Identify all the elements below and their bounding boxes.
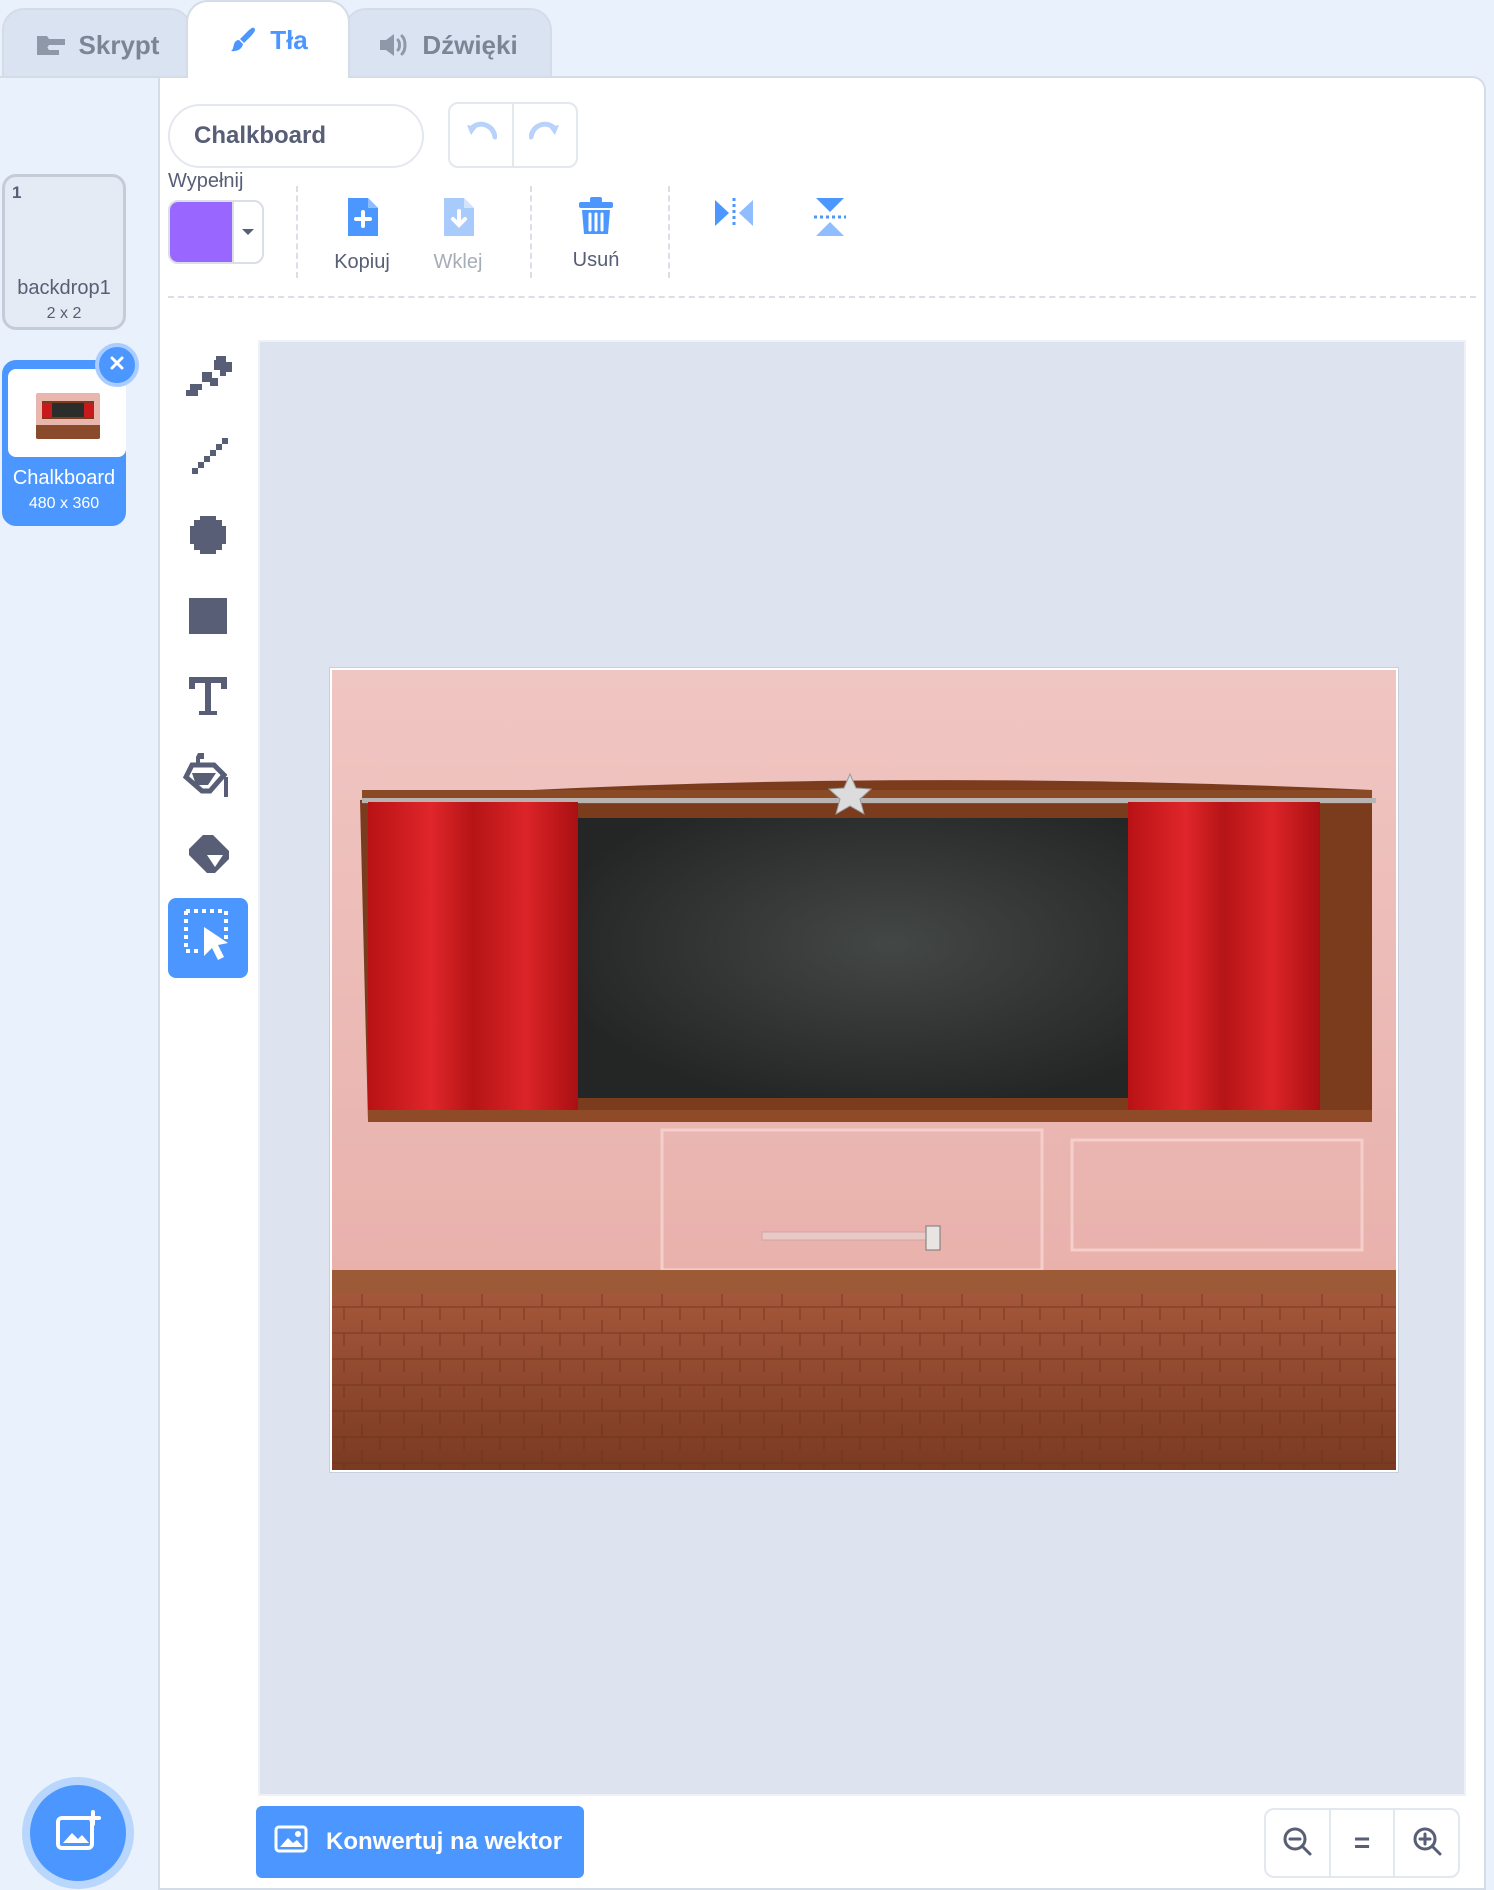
paint-canvas[interactable]	[258, 340, 1466, 1796]
backdrop-list: 1 backdrop1 2 x 2 2 Chalkboard 480 x 360	[0, 78, 160, 1890]
redo-button[interactable]	[514, 104, 576, 166]
zoom-out-button[interactable]	[1266, 1810, 1329, 1876]
line-tool[interactable]	[168, 418, 248, 498]
backdrop-name: backdrop1	[17, 277, 111, 299]
toolbar-divider	[296, 186, 298, 278]
toolbar-divider	[668, 186, 670, 278]
fill-tool[interactable]	[168, 738, 248, 818]
zoom-reset-label: =	[1353, 1827, 1371, 1858]
flip-horizontal-button[interactable]	[686, 196, 782, 235]
delete-selection-button[interactable]: Usuń	[548, 196, 644, 272]
costume-name-input[interactable]	[168, 104, 424, 168]
zoom-in-button[interactable]	[1393, 1810, 1458, 1876]
backdrop-number: 2	[11, 377, 21, 396]
rectangle-icon	[187, 596, 229, 641]
fill-color-picker[interactable]	[168, 200, 264, 264]
circle-icon	[186, 514, 230, 563]
backdrop-item-2[interactable]: 2 Chalkboard 480 x 360	[2, 343, 139, 526]
zoom-out-icon	[1281, 1825, 1313, 1862]
paste-icon	[440, 198, 476, 242]
paste-button[interactable]: Wklej	[410, 196, 506, 274]
backdrop-number: 1	[12, 183, 22, 202]
text-tool[interactable]	[168, 658, 248, 738]
undo-button[interactable]	[450, 104, 514, 166]
eraser-tool[interactable]	[168, 818, 248, 898]
flip-vertical-icon	[812, 198, 848, 242]
fill-label: Wypełnij	[168, 170, 244, 192]
trash-icon	[577, 197, 615, 240]
chevron-down-icon	[232, 202, 262, 262]
tab-sounds-label: Dźwięki	[422, 29, 518, 60]
fill-bucket-icon	[182, 751, 234, 806]
delete-label: Usuń	[572, 249, 620, 271]
zoom-controls: =	[1264, 1808, 1460, 1878]
tab-code[interactable]: Skrypt	[2, 8, 192, 80]
backdrop-name: Chalkboard	[12, 467, 116, 489]
undo-redo-group	[448, 102, 578, 168]
speaker-icon	[378, 32, 410, 58]
chalkboard-backdrop-image	[330, 668, 1398, 1472]
select-tool[interactable]	[168, 898, 248, 978]
fill-color-swatch	[170, 202, 232, 262]
toolbar-separator	[168, 296, 1476, 298]
tab-backdrops[interactable]: Tła	[186, 0, 350, 78]
flip-vertical-button[interactable]	[782, 196, 878, 243]
delete-button[interactable]	[95, 343, 139, 387]
flip-horizontal-icon	[713, 198, 755, 234]
zoom-in-icon	[1411, 1825, 1443, 1862]
choose-backdrop-button[interactable]	[30, 1785, 126, 1881]
text-icon	[187, 675, 229, 722]
chalkboard-thumbnail-image	[36, 393, 100, 439]
image-icon	[274, 1825, 308, 1860]
undo-icon	[465, 121, 498, 150]
brush-tool[interactable]	[168, 338, 248, 418]
copy-label: Kopiuj	[334, 251, 390, 273]
circle-tool[interactable]	[168, 498, 248, 578]
code-icon	[35, 34, 67, 56]
copy-icon	[344, 198, 380, 242]
rectangle-tool[interactable]	[168, 578, 248, 658]
brush-icon	[228, 25, 258, 55]
tab-sounds[interactable]: Dźwięki	[344, 8, 552, 80]
select-icon	[184, 908, 232, 968]
add-backdrop-icon	[55, 1809, 101, 1857]
tab-backdrops-label: Tła	[270, 24, 308, 55]
bitmap-brush-icon	[182, 352, 234, 405]
backdrop-size: 480 x 360	[28, 495, 100, 512]
line-icon	[186, 434, 230, 483]
backdrop-size: 2 x 2	[46, 305, 82, 322]
tab-code-label: Skrypt	[78, 29, 160, 60]
eraser-icon	[183, 833, 233, 884]
convert-to-vector-button[interactable]: Konwertuj na wektor	[256, 1806, 584, 1878]
convert-label: Konwertuj na wektor	[326, 1828, 563, 1855]
copy-button[interactable]: Kopiuj	[314, 196, 410, 274]
redo-icon	[528, 121, 561, 150]
backdrop-item-1[interactable]: 1 backdrop1 2 x 2	[2, 174, 126, 330]
paste-label: Wklej	[433, 251, 483, 273]
zoom-reset-button[interactable]: =	[1328, 1810, 1394, 1876]
toolbar-divider	[530, 186, 532, 278]
delete-icon	[108, 354, 126, 377]
